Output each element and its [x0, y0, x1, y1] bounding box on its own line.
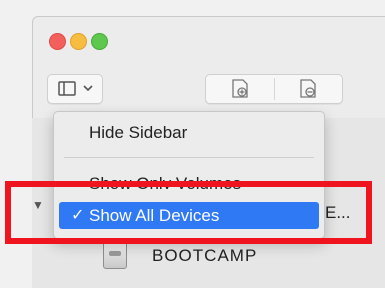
minimize-window-button[interactable] — [70, 33, 87, 50]
disk-icon — [103, 241, 127, 269]
sidebar-icon — [58, 81, 76, 96]
menu-item-hide-sidebar[interactable]: Hide Sidebar — [59, 119, 319, 146]
remove-volume-icon[interactable] — [298, 78, 318, 99]
menu-separator — [64, 157, 314, 158]
close-window-button[interactable] — [49, 33, 66, 50]
segment-divider — [274, 78, 275, 100]
volume-segmented-control — [205, 74, 343, 104]
chevron-down-icon — [83, 85, 93, 92]
annotation-highlight-box — [5, 181, 372, 244]
add-volume-icon[interactable] — [230, 78, 250, 99]
volume-name: BOOTCAMP — [152, 246, 258, 265]
maximize-window-button[interactable] — [91, 33, 108, 50]
sidebar-view-button[interactable] — [47, 74, 103, 104]
menu-item-label: Hide Sidebar — [89, 123, 188, 142]
